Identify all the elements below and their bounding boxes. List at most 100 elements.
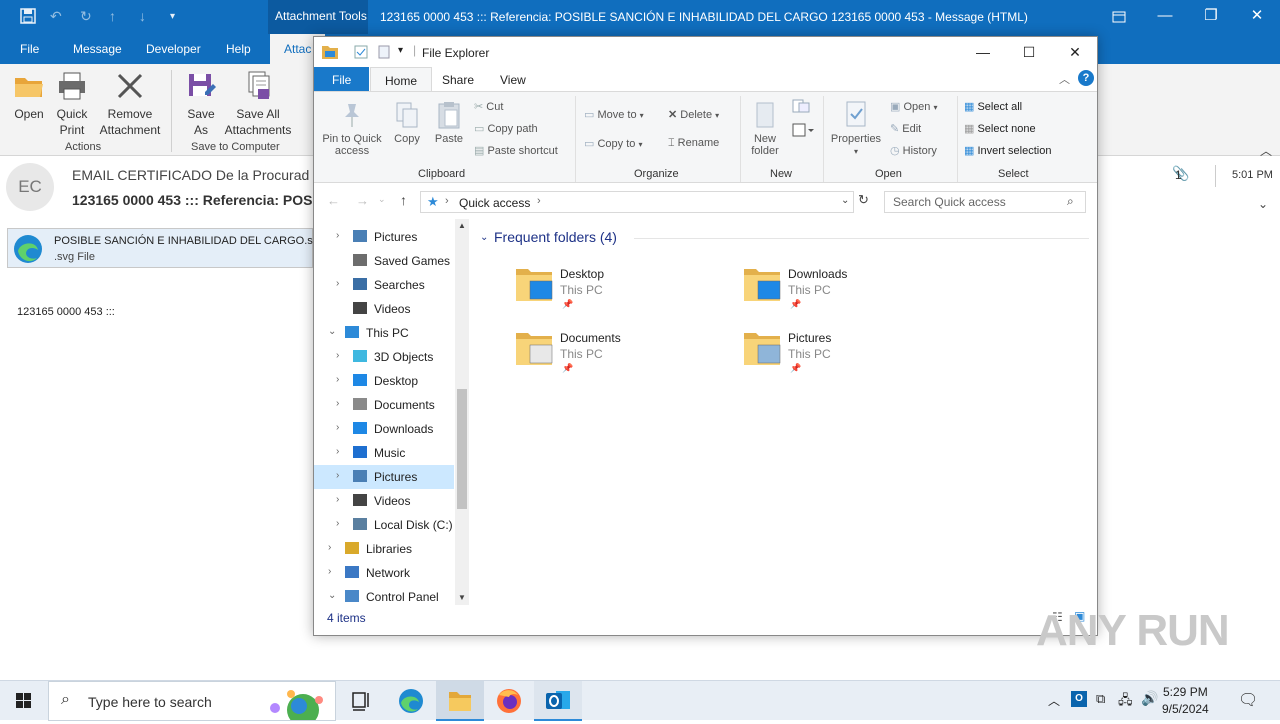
scroll-up-icon[interactable]: ▲ [458, 221, 466, 230]
notifications-icon[interactable]: 🗨 [1238, 690, 1258, 710]
nav-item[interactable]: Saved Games [314, 249, 454, 273]
menu-help[interactable]: Help [226, 42, 251, 56]
customize-qat-icon[interactable]: ▾ [170, 11, 175, 22]
expand-chevron-icon[interactable]: › [336, 494, 339, 505]
sender-name[interactable]: EMAIL CERTIFICADO De la Procurad [72, 167, 309, 183]
breadcrumb-chevron-icon[interactable]: › [537, 195, 541, 207]
frequent-folders-header[interactable]: Frequent folders (4) [494, 229, 617, 245]
expand-chevron-icon[interactable]: › [328, 542, 331, 553]
folder-tile[interactable]: Documents This PC 📌 [514, 327, 724, 383]
delete-button[interactable]: ✕ Delete ▾ [668, 108, 719, 121]
nav-item[interactable]: › Music [314, 441, 454, 465]
copy-to-button[interactable]: ▭ Copy to ▾ [584, 137, 642, 150]
taskbar-edge[interactable] [387, 681, 435, 721]
outlook-tray-icon[interactable]: O [1071, 691, 1087, 707]
pin-to-quick-access-button[interactable]: Pin to Quick access [320, 100, 384, 157]
easy-access-button[interactable] [790, 122, 816, 141]
expand-chevron-icon[interactable]: › [336, 278, 339, 289]
explorer-maximize-button[interactable]: ☐ [1006, 37, 1052, 67]
redo-icon[interactable]: ↻ [80, 8, 92, 25]
address-bar[interactable]: ★ › Quick access › ⌄ [420, 191, 854, 213]
refresh-icon[interactable]: ↻ [858, 192, 869, 208]
nav-item[interactable]: › Libraries [314, 537, 454, 561]
start-button[interactable] [0, 681, 48, 721]
down-arrow-icon[interactable]: ↓ [139, 8, 146, 24]
attachment-card[interactable]: POSIBLE SANCIÓN E INHABILIDAD DEL CARGO.… [7, 228, 313, 268]
forward-arrow-icon[interactable]: → [356, 193, 369, 208]
expand-chevron-icon[interactable]: › [336, 470, 339, 481]
scrollbar-thumb[interactable] [457, 389, 467, 509]
volume-icon[interactable]: 🔊 [1141, 690, 1158, 707]
nav-item[interactable]: › Network [314, 561, 454, 585]
scroll-down-icon[interactable]: ▼ [458, 593, 466, 602]
explorer-close-button[interactable]: ✕ [1052, 37, 1098, 67]
properties-check-icon[interactable] [354, 45, 368, 59]
new-folder-button[interactable]: New folder [744, 100, 786, 157]
expand-chevron-icon[interactable]: › [336, 446, 339, 457]
up-arrow-icon[interactable]: ↑ [109, 8, 116, 24]
nav-item[interactable]: › Pictures [314, 225, 454, 249]
task-view-button[interactable] [338, 681, 386, 721]
copy-button[interactable]: Copy [390, 100, 424, 145]
expand-chevron-icon[interactable]: › [336, 518, 339, 529]
expand-header-icon[interactable]: ⌄ [1258, 197, 1268, 211]
open-button[interactable]: ▣ Open ▾ [890, 100, 937, 113]
nav-item[interactable]: Videos [314, 297, 454, 321]
nav-item[interactable]: › Local Disk (C:) [314, 513, 454, 537]
taskbar-search-box[interactable]: ⌕ Type here to search [48, 681, 336, 721]
taskbar-outlook[interactable] [534, 681, 582, 721]
folder-tile[interactable]: Downloads This PC 📌 [742, 263, 952, 319]
select-all-button[interactable]: ▦ Select all [964, 100, 1022, 113]
collapse-ribbon-icon[interactable]: ︿ [1059, 71, 1070, 87]
new-item-button[interactable] [790, 98, 814, 117]
folder-tile[interactable]: Pictures This PC 📌 [742, 327, 952, 383]
rename-button[interactable]: ⌶ Rename [668, 137, 719, 150]
tab-home[interactable]: Home [370, 67, 433, 92]
taskbar-firefox[interactable] [485, 681, 533, 721]
edit-button[interactable]: ✎ Edit [890, 122, 921, 135]
expand-chevron-icon[interactable]: › [336, 374, 339, 385]
move-to-button[interactable]: ▭ Move to ▾ [584, 108, 644, 121]
qat-dropdown-icon[interactable]: ▾ [398, 45, 403, 56]
quick-print-button[interactable]: Quick Print [52, 70, 92, 138]
nav-item[interactable]: › Downloads [314, 417, 454, 441]
recent-locations-icon[interactable]: ⌄ [378, 194, 386, 205]
copy-path-button[interactable]: ▭ Copy path [474, 122, 538, 135]
collapse-group-icon[interactable]: ⌄ [480, 232, 488, 243]
close-button[interactable]: ✕ [1234, 0, 1280, 34]
nav-item[interactable]: › 3D Objects [314, 345, 454, 369]
search-input[interactable]: Search Quick access ⌕ [884, 191, 1086, 213]
tab-share[interactable]: Share [428, 67, 488, 91]
help-icon[interactable]: ? [1078, 70, 1094, 86]
nav-item[interactable]: › Documents [314, 393, 454, 417]
explorer-minimize-button[interactable]: — [960, 37, 1006, 67]
select-none-button[interactable]: ▦ Select none [964, 122, 1036, 135]
show-hidden-icons-icon[interactable]: ︿ [1048, 692, 1060, 709]
expand-chevron-icon[interactable]: › [336, 230, 339, 241]
save-as-button[interactable]: Save As [180, 70, 222, 138]
nav-item[interactable]: ⌄ This PC [314, 321, 454, 345]
remove-attachment-button[interactable]: Remove Attachment [96, 70, 164, 138]
nav-item[interactable]: ⌄ Control Panel [314, 585, 454, 605]
tab-view[interactable]: View [486, 67, 540, 91]
nav-item[interactable]: › Pictures [314, 465, 454, 489]
paste-button[interactable]: Paste [432, 100, 466, 145]
collapse-chevron-icon[interactable]: ⌄ [328, 326, 336, 337]
tab-file[interactable]: File [314, 67, 370, 91]
taskbar-clock[interactable]: 5:29 PM 9/5/2024 [1162, 684, 1209, 718]
expand-chevron-icon[interactable]: › [336, 422, 339, 433]
restore-button[interactable]: ❐ [1188, 0, 1234, 34]
folder-tile[interactable]: Desktop This PC 📌 [514, 263, 724, 319]
collapse-chevron-icon[interactable]: ⌄ [328, 590, 336, 601]
ribbon-display-icon[interactable] [1096, 0, 1142, 34]
menu-message[interactable]: Message [73, 42, 122, 56]
save-icon[interactable] [20, 8, 36, 27]
history-button[interactable]: ◷ History [890, 144, 937, 157]
menu-developer[interactable]: Developer [146, 42, 201, 56]
back-arrow-icon[interactable]: ← [327, 193, 340, 208]
navigation-pane[interactable]: › Pictures Saved Games › Searches Videos ⌄ This… [314, 219, 469, 605]
navigation-scrollbar[interactable]: ▲ ▼ [455, 219, 469, 605]
device-icon[interactable]: ⧉ [1096, 691, 1105, 707]
new-folder-qat-icon[interactable] [378, 45, 390, 59]
address-dropdown-icon[interactable]: ⌄ [841, 195, 849, 206]
